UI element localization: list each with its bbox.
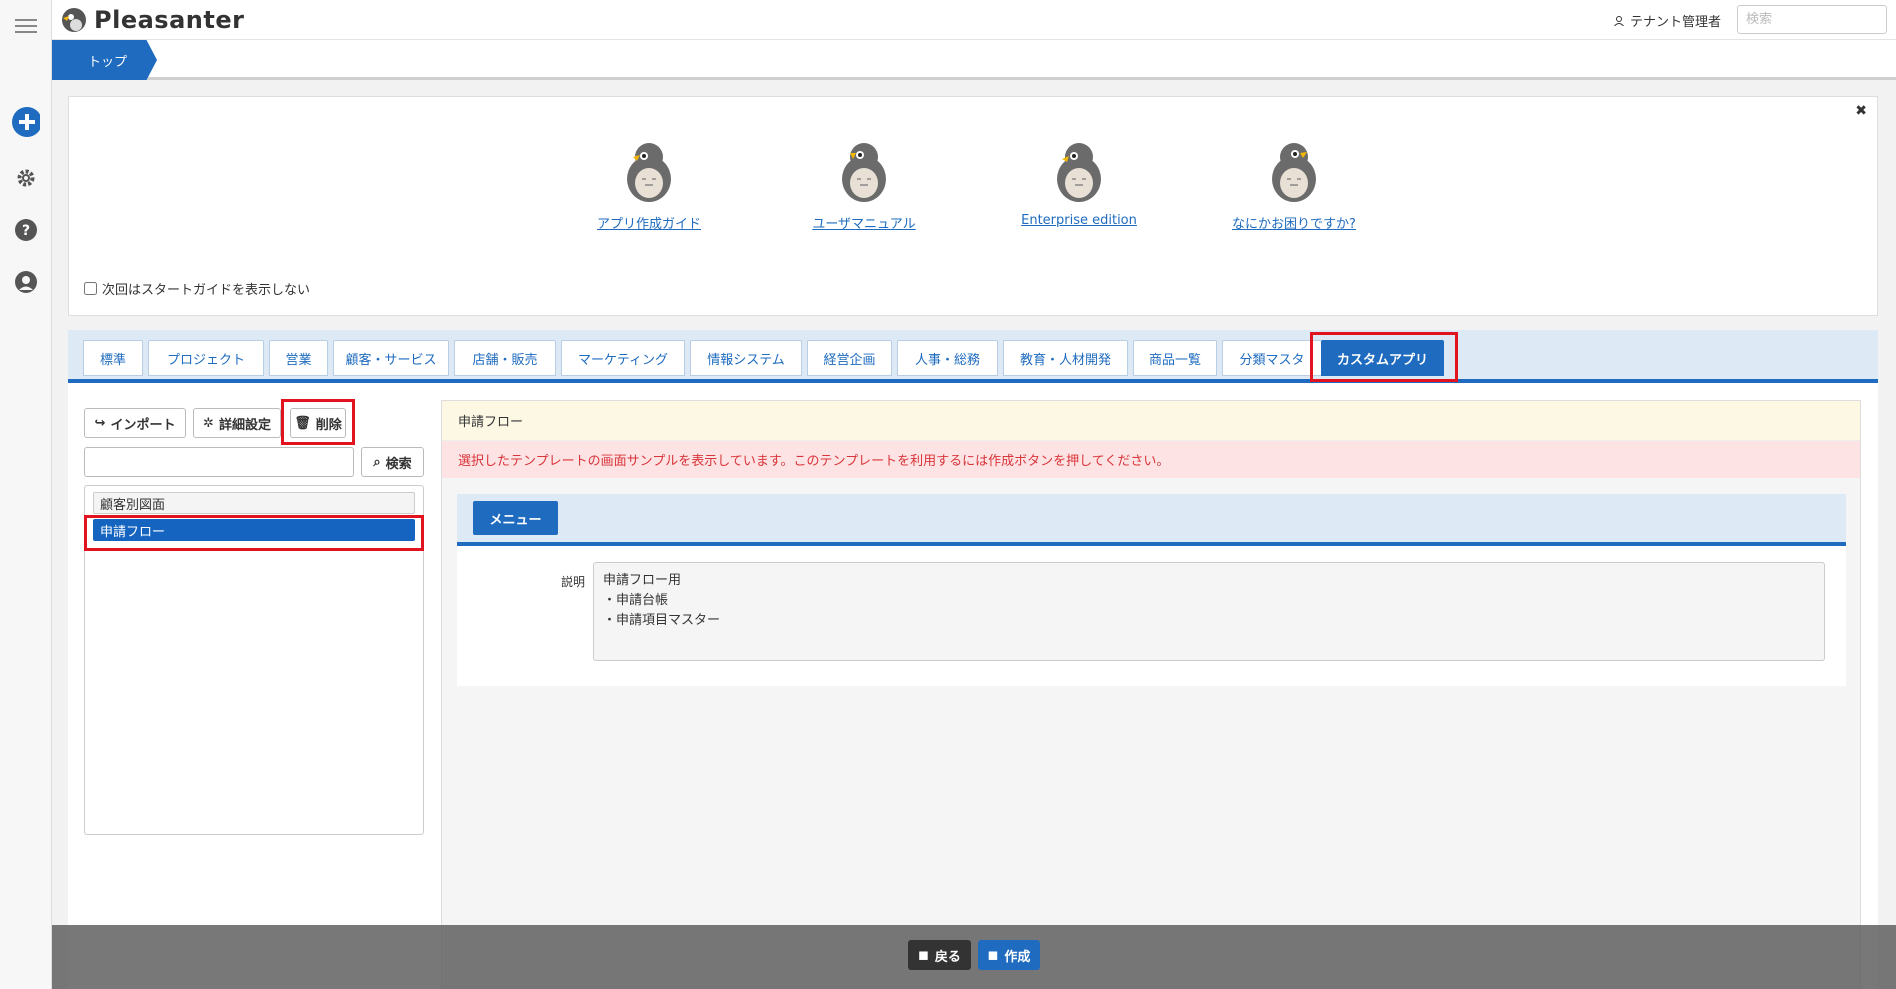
save-icon: ◼ (987, 947, 999, 963)
user-icon[interactable] (12, 268, 40, 296)
user-name: テナント管理者 (1629, 15, 1721, 30)
description-field: 申請フロー用 ・申請台帳 ・申請項目マスター (593, 562, 1825, 661)
create-label: 作成 (1004, 949, 1031, 965)
breadcrumb: トップ (52, 40, 1896, 80)
owl-icon (1057, 143, 1101, 202)
create-button[interactable]: ◼ 作成 (978, 940, 1040, 970)
template-tabs: 標準 プロジェクト 営業 顧客・サービス 店舗・販売 マーケティング 情報システ… (68, 330, 1878, 383)
guide-label[interactable]: Enterprise edition (999, 213, 1159, 228)
tab-marketing[interactable]: マーケティング (561, 340, 685, 376)
import-label: インポート (110, 417, 176, 433)
gear-icon: ✲ (203, 415, 214, 431)
add-icon[interactable] (12, 107, 40, 137)
preview-title: 申請フロー (442, 401, 1860, 441)
logo-text: Pleasanter (94, 6, 245, 34)
list-item[interactable]: 顧客別図面 (93, 492, 415, 514)
hide-guide-checkbox[interactable]: 次回はスタートガイドを表示しない (84, 279, 310, 298)
guide-label[interactable]: アプリ作成ガイド (569, 213, 729, 232)
search-label: 検索 (385, 456, 412, 472)
logo-bird-icon (62, 8, 86, 32)
logo[interactable]: Pleasanter (60, 6, 244, 34)
guide-help[interactable]: なにかお困りですか? (1214, 141, 1374, 232)
tab-education[interactable]: 教育・人材開発 (1003, 340, 1128, 376)
template-preview: 申請フロー 選択したテンプレートの画面サンプルを表示しています。このテンプレート… (441, 400, 1861, 989)
tab-store-sales[interactable]: 店舗・販売 (454, 340, 556, 376)
tab-classification[interactable]: 分類マスタ (1222, 340, 1322, 376)
menu-button[interactable]: メニュー (473, 501, 558, 535)
advanced-settings-label: 詳細設定 (218, 417, 271, 433)
guide-user-manual[interactable]: ユーザマニュアル (784, 141, 944, 232)
back-button[interactable]: ◼ 戻る (908, 940, 971, 970)
owl-icon (842, 143, 886, 202)
guide-label[interactable]: ユーザマニュアル (784, 213, 944, 232)
header: Pleasanter テナント管理者 (52, 0, 1896, 40)
tab-products[interactable]: 商品一覧 (1133, 340, 1217, 376)
template-search-input[interactable] (84, 447, 354, 477)
start-guide: ✖ アプリ作成ガイド ユーザマニュアル Enterprise edition な… (68, 96, 1878, 316)
hide-guide-label: 次回はスタートガイドを表示しない (102, 283, 311, 298)
svg-text:?: ? (22, 223, 30, 239)
tab-hr[interactable]: 人事・総務 (897, 340, 998, 376)
search-button[interactable]: ⌕ 検索 (361, 447, 424, 477)
breadcrumb-top[interactable]: トップ (52, 40, 157, 80)
preview-body: メニュー 説明 申請フロー用 ・申請台帳 ・申請項目マスター (457, 494, 1846, 686)
highlight-box (1310, 332, 1458, 382)
import-button[interactable]: ↪ インポート (84, 408, 186, 438)
main-panel: ↪ インポート ✲ 詳細設定 🗑 削除 ⌕ 検索 顧客別図面 申請フロー 申請フ… (68, 383, 1878, 989)
owl-icon (1272, 143, 1316, 202)
tab-sales[interactable]: 営業 (269, 340, 328, 376)
gear-icon[interactable] (12, 164, 40, 192)
back-icon: ◼ (918, 947, 929, 963)
advanced-settings-button[interactable]: ✲ 詳細設定 (193, 408, 281, 438)
user-menu[interactable]: テナント管理者 (1614, 11, 1721, 30)
close-icon[interactable]: ✖ (1855, 103, 1867, 119)
search-input[interactable] (1737, 5, 1887, 34)
back-label: 戻る (934, 949, 961, 965)
user-small-icon (1614, 15, 1624, 26)
highlight-box (281, 399, 355, 445)
tab-info-system[interactable]: 情報システム (690, 340, 802, 376)
search-icon: ⌕ (373, 454, 381, 470)
guide-app-creation[interactable]: アプリ作成ガイド (569, 141, 729, 232)
tab-project[interactable]: プロジェクト (148, 340, 264, 376)
description-label: 説明 (561, 575, 586, 589)
highlight-box (84, 515, 424, 551)
preview-menubar: メニュー (457, 494, 1846, 546)
guide-label[interactable]: なにかお困りですか? (1214, 213, 1374, 232)
preview-message: 選択したテンプレートの画面サンプルを表示しています。このテンプレートを利用するに… (442, 441, 1860, 478)
footer-bar: ◼ 戻る ◼ 作成 (52, 925, 1896, 989)
help-icon[interactable]: ? (12, 216, 40, 244)
hamburger-menu-icon[interactable] (12, 12, 40, 40)
left-rail: ? (0, 0, 52, 989)
owl-icon (627, 143, 671, 202)
guide-enterprise[interactable]: Enterprise edition (999, 141, 1159, 228)
import-icon: ↪ (94, 415, 106, 431)
tab-standard[interactable]: 標準 (83, 340, 143, 376)
hide-guide-check[interactable] (84, 282, 97, 295)
tab-customer-service[interactable]: 顧客・サービス (333, 340, 449, 376)
tab-management[interactable]: 経営企画 (807, 340, 892, 376)
